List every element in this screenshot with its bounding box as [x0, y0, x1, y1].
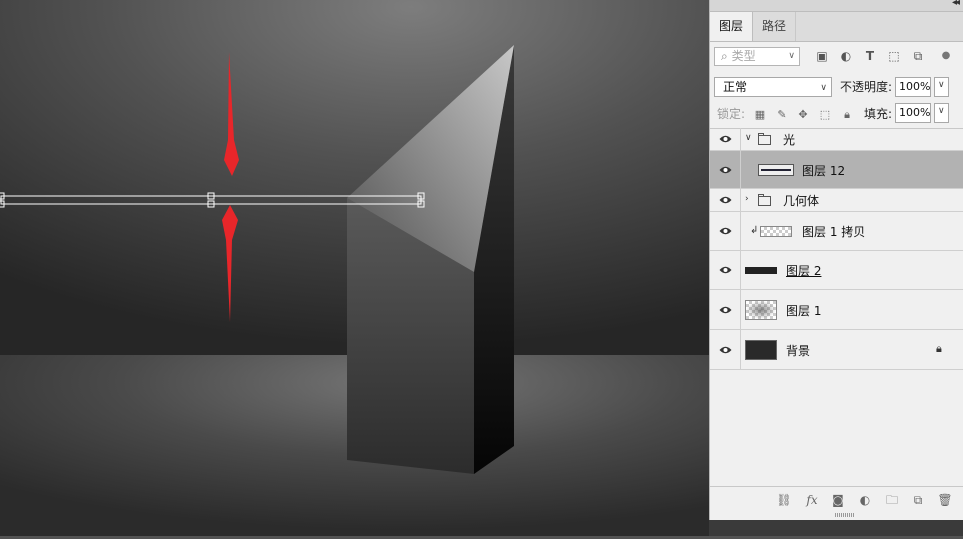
eye-icon	[719, 196, 732, 204]
chevron-down-icon: ∨	[788, 51, 795, 61]
chevron-down-icon: ∨	[938, 106, 945, 116]
visibility-toggle[interactable]	[710, 128, 741, 150]
lock-transparent-icon[interactable]: ▦	[753, 108, 767, 122]
search-icon: ⌕	[721, 49, 728, 63]
fill-dropdown[interactable]: ∨	[934, 103, 949, 123]
smart-object-filter-icon[interactable]: ⧉	[911, 49, 925, 63]
opacity-input[interactable]: 100%	[895, 77, 931, 97]
layer-name: 图层 1	[786, 304, 822, 318]
lock-move-icon[interactable]: ✥	[796, 108, 810, 122]
layer-name: 图层 12	[802, 164, 846, 178]
eye-icon	[719, 227, 732, 235]
image-filter-icon[interactable]: ▣	[815, 49, 829, 63]
clipping-mask-icon: ↲	[750, 225, 759, 236]
folder-icon[interactable]: 🗀︎	[884, 493, 900, 507]
visibility-toggle[interactable]	[710, 189, 741, 211]
blend-mode-select[interactable]: 正常 ∨	[714, 77, 832, 97]
lock-icon: 🔒︎	[936, 342, 942, 355]
blend-row: 正常 ∨ 不透明度: 100% ∨	[710, 73, 963, 101]
eye-icon	[719, 346, 732, 353]
layer-thumbnail	[758, 164, 794, 176]
visibility-toggle[interactable]	[710, 151, 741, 188]
layer-row-layer-1-copy[interactable]: ↲ 图层 1 拷贝	[710, 212, 963, 251]
adjustment-icon[interactable]: ◐	[857, 493, 873, 507]
fill-value: 100%	[899, 106, 931, 119]
link-icon[interactable]: ⛓︎	[776, 493, 792, 507]
layer-row-group-light[interactable]: ∨ 光	[710, 128, 963, 151]
opacity-value: 100%	[899, 80, 931, 93]
canvas-artwork	[0, 0, 709, 539]
layer-thumbnail	[745, 340, 777, 360]
trash-icon[interactable]: 🗑︎	[937, 493, 953, 507]
shape-filter-icon[interactable]: ⬚	[887, 49, 901, 63]
layers-bottom-toolbar: ⛓︎ fx ◙ ◐ 🗀︎ ⧉ 🗑︎	[710, 486, 963, 513]
layer-row-group-geometry[interactable]: › 几何体	[710, 189, 963, 212]
visibility-toggle[interactable]	[710, 330, 741, 369]
new-layer-icon[interactable]: ⧉	[910, 493, 926, 507]
collapse-arrows-icon[interactable]: ◂◂	[952, 0, 960, 8]
opacity-label: 不透明度:	[840, 80, 893, 94]
layer-row-layer-12[interactable]: 图层 12	[710, 151, 963, 189]
chevron-right-icon[interactable]: ›	[745, 194, 749, 204]
layer-name: 几何体	[783, 194, 820, 208]
filter-placeholder: 类型	[731, 49, 756, 63]
eye-icon	[719, 166, 732, 173]
panel-tabs: 图层 路径	[710, 12, 963, 42]
layer-name: 图层 2	[786, 264, 822, 278]
panel-collapse-bar[interactable]: ◂◂	[710, 0, 963, 12]
filter-toggle-icon[interactable]: ●	[939, 49, 953, 63]
document-canvas[interactable]	[0, 0, 709, 539]
folder-icon	[758, 133, 771, 145]
eye-icon	[719, 266, 732, 274]
filter-kind-select[interactable]: ⌕ 类型 ∨	[714, 47, 800, 66]
lock-all-icon[interactable]: 🔒︎	[840, 108, 854, 122]
opacity-dropdown[interactable]: ∨	[934, 77, 949, 97]
layer-name: 光	[783, 133, 796, 147]
lock-artboard-icon[interactable]: ⬚	[818, 108, 832, 122]
visibility-toggle[interactable]	[710, 251, 741, 289]
panel-resize-grip[interactable]	[835, 513, 855, 517]
layer-name: 图层 1 拷贝	[802, 225, 866, 239]
layers-panel: ◂◂ 图层 路径 ⌕ 类型 ∨ ▣ ◐ T ⬚ ⧉ ● 正常 ∨ 不透明度: 1…	[709, 0, 963, 520]
layer-thumbnail	[745, 267, 777, 274]
tab-layers[interactable]: 图层	[710, 12, 754, 41]
layer-row-layer-2[interactable]: 图层 2	[710, 251, 963, 290]
chevron-down-icon[interactable]: ∨	[745, 133, 752, 143]
layer-thumbnail	[745, 300, 777, 320]
tab-paths[interactable]: 路径	[753, 12, 797, 41]
eye-icon	[719, 306, 732, 313]
fill-label: 填充:	[864, 107, 893, 121]
chevron-down-icon: ∨	[820, 83, 827, 93]
mask-icon[interactable]: ◙	[830, 493, 846, 507]
visibility-toggle[interactable]	[710, 290, 741, 329]
folder-icon	[758, 194, 771, 206]
visibility-toggle[interactable]	[710, 212, 741, 250]
fx-icon[interactable]: fx	[804, 493, 820, 507]
chevron-down-icon: ∨	[938, 80, 945, 90]
lock-label: 锁定:	[717, 107, 746, 121]
lock-brush-icon[interactable]: ✎	[775, 108, 789, 122]
layer-row-background[interactable]: 背景 🔒︎	[710, 330, 963, 370]
filter-row: ⌕ 类型 ∨ ▣ ◐ T ⬚ ⧉ ●	[710, 41, 963, 73]
blend-mode-value: 正常	[723, 80, 748, 94]
layer-name: 背景	[786, 344, 811, 358]
eye-icon	[719, 135, 732, 143]
lock-row: 锁定: ▦ ✎ ✥ ⬚ 🔒︎ 填充: 100% ∨	[710, 101, 963, 129]
fill-input[interactable]: 100%	[895, 103, 931, 123]
adjustment-filter-icon[interactable]: ◐	[839, 49, 853, 63]
layer-thumbnail	[760, 226, 792, 237]
type-filter-icon[interactable]: T	[863, 49, 877, 63]
layer-row-layer-1[interactable]: 图层 1	[710, 290, 963, 330]
